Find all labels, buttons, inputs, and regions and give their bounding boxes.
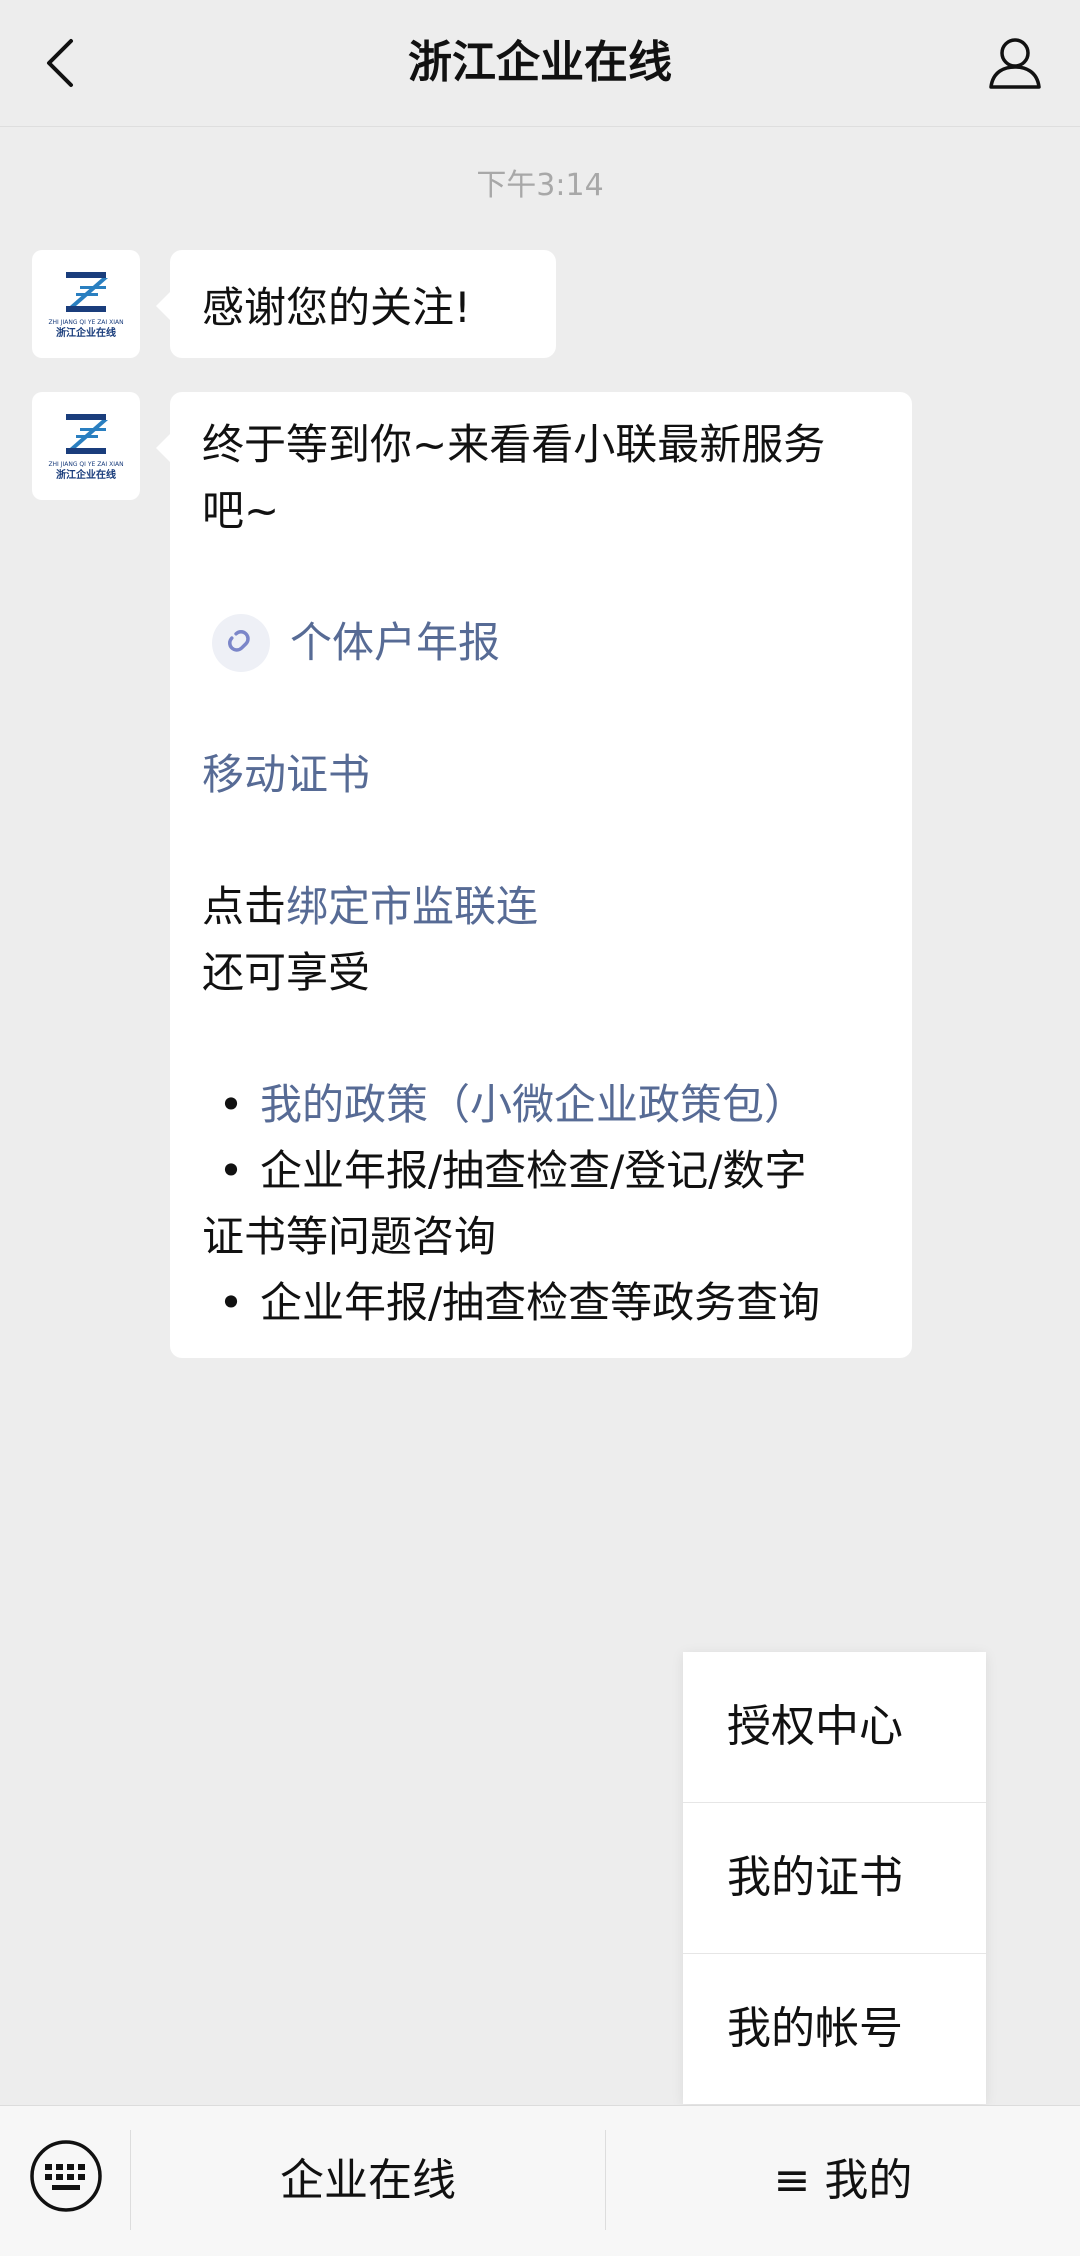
link-icon [212,614,270,672]
link-mobile-cert[interactable]: 移动证书 [202,742,880,808]
link-my-policy[interactable]: 我的政策（小微企业政策包） [260,1072,880,1138]
menu-item-my-certificate[interactable]: 我的证书 [683,1803,986,1954]
menu-item-my-account[interactable]: 我的帐号 [683,1954,986,2106]
logo-text: 浙江企业在线 [56,326,116,339]
mini-program-link[interactable]: 个体户年报 [202,610,880,676]
list-item: • 企业年报/抽查检查等政务查询 [202,1270,880,1336]
bottom-menu-bar: 企业在线 ≡ 我的 [0,2105,1080,2256]
message-text: 吧~ [202,486,280,535]
message-bubble: 终于等到你~来看看小联最新服务 吧~ 个体户年报 移动证书 点击绑定市监联连 还… [156,392,912,1358]
bind-prefix: 点击 [202,882,287,931]
list-item: • 我的政策（小微企业政策包） [202,1072,880,1138]
list-item-text: 企业年报/抽查检查/登记/数字 [260,1146,807,1195]
list-item-text: 证书等问题咨询 [202,1212,497,1261]
menu-button-enterprise-online[interactable]: 企业在线 [131,2106,605,2256]
list-item-text: 企业年报/抽查检查等政务查询 [260,1278,821,1327]
menu-button-mine[interactable]: ≡ 我的 [606,2106,1080,2256]
page-title: 浙江企业在线 [408,37,672,88]
user-icon [989,38,1041,89]
logo-subtext: ZHI JIANG QI YE ZAI XIAN [48,461,123,468]
popup-menu: 授权中心 我的证书 我的帐号 [683,1652,986,2104]
avatar[interactable]: ZHI JIANG QI YE ZAI XIAN 浙江企业在线 [32,250,140,358]
message-text: 感谢您的关注! [202,282,471,332]
profile-button[interactable] [980,28,1050,98]
list-item: • 企业年报/抽查检查/登记/数字 [202,1138,880,1204]
message-text: 还可享受 [202,948,371,997]
logo-subtext: ZHI JIANG QI YE ZAI XIAN [48,319,123,326]
message-bubble: 感谢您的关注! [156,250,556,358]
keyboard-toggle-button[interactable] [28,2138,104,2214]
avatar[interactable]: ZHI JIANG QI YE ZAI XIAN 浙江企业在线 [32,392,140,500]
logo-icon: ZHI JIANG QI YE ZAI XIAN 浙江企业在线 [48,414,124,481]
link-bind-account[interactable]: 绑定市监联连 [286,882,538,931]
mini-program-label: 个体户年报 [290,618,501,667]
chat-header: 浙江企业在线 [0,0,1080,127]
message-timestamp: 下午3:14 [476,168,604,203]
logo-icon: ZHI JIANG QI YE ZAI XIAN 浙江企业在线 [48,272,124,339]
menu-item-auth-center[interactable]: 授权中心 [683,1652,986,1803]
logo-text: 浙江企业在线 [56,468,116,481]
bind-line: 点击绑定市监联连 [202,874,880,940]
message-text: 终于等到你~来看看小联最新服务 [202,420,826,469]
keyboard-icon [30,2140,102,2212]
